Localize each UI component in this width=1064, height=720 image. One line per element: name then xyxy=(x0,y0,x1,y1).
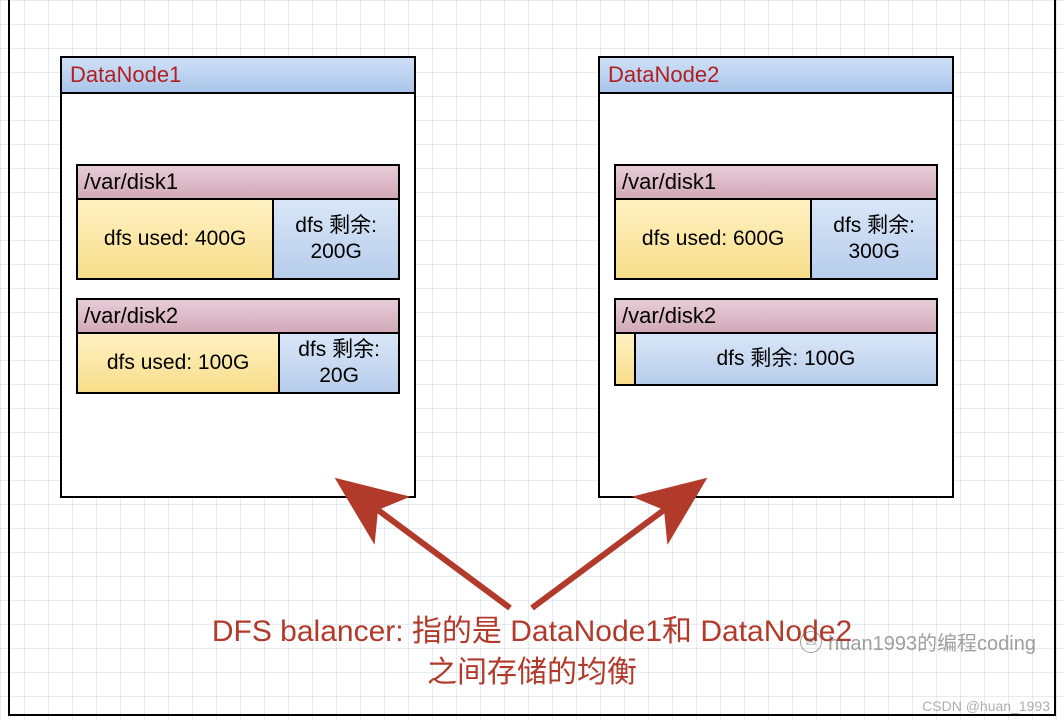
dn1-disk2-remain: dfs 剩余: 20G xyxy=(280,334,398,392)
datanode-2-title: DataNode2 xyxy=(600,58,952,94)
wechat-icon: ✉ xyxy=(800,631,822,653)
dn2-disk1-body: dfs used: 600G dfs 剩余: 300G xyxy=(616,200,936,278)
caption-line2: 之间存储的均衡 xyxy=(427,656,637,689)
dn2-disk1-remain: dfs 剩余: 300G xyxy=(812,200,936,278)
watermark-csdn: CSDN @huan_1993 xyxy=(922,698,1050,714)
dn2-disk2: /var/disk2 dfs 剩余: 100G xyxy=(614,298,938,386)
dn2-disk2-used xyxy=(616,334,636,384)
dn2-disk1-path: /var/disk1 xyxy=(616,166,936,200)
dn2-disk2-remain: dfs 剩余: 100G xyxy=(636,334,936,384)
dn2-disk2-path: /var/disk2 xyxy=(616,300,936,334)
dn1-disk1-body: dfs used: 400G dfs 剩余: 200G xyxy=(78,200,398,278)
watermark-wechat-text: huan1993的编程coding xyxy=(828,627,1036,656)
dn1-disk1-used: dfs used: 400G xyxy=(78,200,274,278)
dn1-disk2-path: /var/disk2 xyxy=(78,300,398,334)
dn1-disk1: /var/disk1 dfs used: 400G dfs 剩余: 200G xyxy=(76,164,400,280)
dn1-disk1-remain: dfs 剩余: 200G xyxy=(274,200,398,278)
dn1-disk2-body: dfs used: 100G dfs 剩余: 20G xyxy=(78,334,398,392)
watermark-wechat: ✉ huan1993的编程coding xyxy=(800,627,1036,656)
datanode-1-title: DataNode1 xyxy=(62,58,414,94)
dn1-disk2: /var/disk2 dfs used: 100G dfs 剩余: 20G xyxy=(76,298,400,394)
dn2-disk2-body: dfs 剩余: 100G xyxy=(616,334,936,384)
dn1-disk2-used: dfs used: 100G xyxy=(78,334,280,392)
dn2-disk1-used: dfs used: 600G xyxy=(616,200,812,278)
datanode-2-box: DataNode2 /var/disk1 dfs used: 600G dfs … xyxy=(598,56,954,498)
datanode-1-box: DataNode1 /var/disk1 dfs used: 400G dfs … xyxy=(60,56,416,498)
dn1-disk1-path: /var/disk1 xyxy=(78,166,398,200)
dn2-disk1: /var/disk1 dfs used: 600G dfs 剩余: 300G xyxy=(614,164,938,280)
caption-line1: DFS balancer: 指的是 DataNode1和 DataNode2 xyxy=(212,615,852,648)
